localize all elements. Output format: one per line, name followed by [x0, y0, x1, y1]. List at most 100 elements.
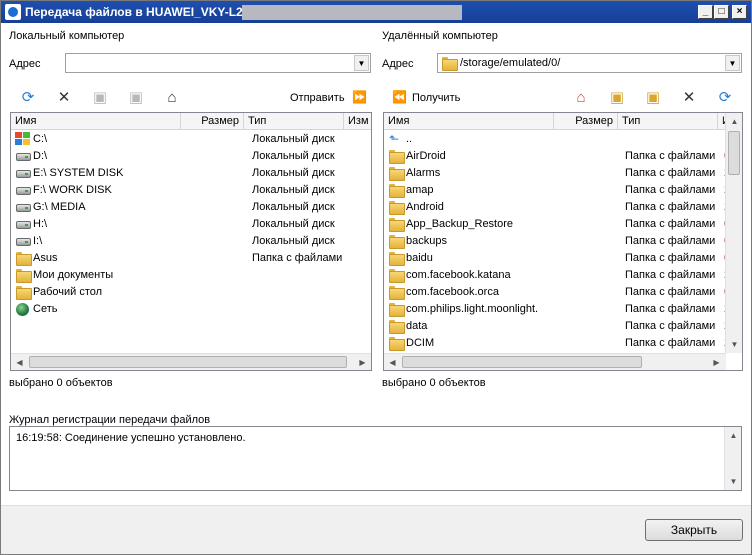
delete-icon[interactable]: ✕ — [53, 88, 75, 108]
title-redaction — [242, 5, 462, 20]
scroll-down-icon[interactable]: ▼ — [725, 473, 742, 490]
list-item[interactable]: Мои документы — [11, 267, 371, 284]
chevron-down-icon[interactable]: ▼ — [354, 55, 369, 71]
list-item[interactable]: ⬑ .. — [384, 131, 726, 148]
item-name: DCIM — [406, 337, 435, 349]
item-name: .. — [406, 133, 413, 145]
drive-icon — [16, 238, 31, 246]
refresh-icon[interactable]: ⟳ — [17, 88, 39, 108]
remote-horizontal-scrollbar[interactable]: ◀ ▶ — [384, 353, 726, 370]
list-item[interactable]: data Папка с файлами 2 — [384, 318, 730, 335]
delete-icon[interactable]: ✕ — [678, 88, 700, 108]
list-item[interactable]: com.facebook.orca Папка с файлами 0 — [384, 284, 730, 301]
folder-icon — [389, 201, 405, 215]
dialog-footer: Закрыть — [1, 505, 751, 554]
scroll-thumb[interactable] — [402, 356, 642, 368]
column-name[interactable]: Имя — [384, 113, 554, 130]
remote-address-label: Адрес — [382, 58, 414, 70]
list-item[interactable]: AirDroid Папка с файлами 0 — [384, 148, 730, 165]
windows-drive-icon — [15, 132, 31, 147]
item-type: Папка с файлами — [625, 286, 716, 298]
folder-icon — [389, 337, 405, 351]
new-folder-icon[interactable]: ▣ — [89, 88, 111, 108]
column-type[interactable]: Тип — [244, 113, 344, 130]
list-item[interactable]: amap Папка с файлами 2 — [384, 182, 730, 199]
folder-icon — [389, 320, 405, 334]
parent-folder-icon[interactable]: ▣ — [125, 88, 147, 108]
documents-folder-icon — [16, 269, 32, 283]
send-button[interactable]: Отправить — [290, 92, 345, 104]
transfer-log[interactable]: 16:19:58: Соединение успешно установлено… — [9, 426, 742, 491]
list-item[interactable]: E:\ SYSTEM DISK Локальный диск — [11, 165, 371, 182]
scroll-thumb[interactable] — [728, 131, 740, 175]
remote-address-combobox[interactable]: /storage/emulated/0/ ▼ — [437, 53, 742, 73]
scroll-left-icon[interactable]: ◀ — [11, 354, 28, 370]
item-type: Локальный диск — [252, 201, 335, 213]
new-folder-icon[interactable]: ▣ — [642, 88, 664, 108]
title-bar[interactable]: Передача файлов в HUAWEI_VKY-L29 _ □ × — [1, 1, 751, 23]
parent-folder-icon[interactable]: ▣ — [606, 88, 628, 108]
item-type: Папка с файлами — [625, 320, 716, 332]
item-type: Локальный диск — [252, 235, 335, 247]
list-item[interactable]: com.philips.light.moonlight. Папка с фай… — [384, 301, 730, 318]
column-name[interactable]: Имя — [11, 113, 181, 130]
item-name: D:\ — [33, 150, 48, 162]
drive-icon — [16, 153, 31, 161]
scroll-left-icon[interactable]: ◀ — [384, 354, 401, 370]
list-item[interactable]: Android Папка с файлами 2 — [384, 199, 730, 216]
close-window-button[interactable]: × — [732, 5, 747, 19]
list-item[interactable]: F:\ WORK DISK Локальный диск — [11, 182, 371, 199]
remote-vertical-scrollbar[interactable]: ▲ ▼ — [725, 113, 742, 353]
receive-arrow-icon[interactable]: ⏪ — [392, 90, 407, 104]
scroll-down-icon[interactable]: ▼ — [726, 336, 742, 353]
scroll-thumb[interactable] — [29, 356, 347, 368]
column-size[interactable]: Размер — [181, 113, 244, 130]
list-item[interactable]: App_Backup_Restore Папка с файлами 0 — [384, 216, 730, 233]
local-file-list[interactable]: Имя Размер Тип Изм C:\ Локальный диск D:… — [10, 112, 372, 371]
list-item[interactable]: Asus Папка с файлами — [11, 250, 371, 267]
maximize-button[interactable]: □ — [714, 5, 729, 19]
refresh-icon[interactable]: ⟳ — [714, 88, 736, 108]
list-item[interactable]: com.facebook.katana Папка с файлами 2 — [384, 267, 730, 284]
chevron-down-icon[interactable]: ▼ — [725, 55, 740, 71]
list-item[interactable]: DCIM Папка с файлами 2 — [384, 335, 730, 352]
item-type: Папка с файлами — [625, 218, 716, 230]
item-type: Папка с файлами — [625, 184, 716, 196]
list-item[interactable]: G:\ MEDIA Локальный диск — [11, 199, 371, 216]
scroll-up-icon[interactable]: ▲ — [726, 113, 742, 130]
list-item[interactable]: I:\ Локальный диск — [11, 233, 371, 250]
list-item[interactable]: C:\ Локальный диск — [11, 131, 371, 148]
local-address-combobox[interactable]: ▼ — [65, 53, 371, 73]
list-item[interactable]: Сеть — [11, 301, 371, 318]
list-item[interactable]: D:\ Локальный диск — [11, 148, 371, 165]
item-name: amap — [406, 184, 434, 196]
list-item[interactable]: baidu Папка с файлами 0 — [384, 250, 730, 267]
item-name: com.facebook.orca — [406, 286, 499, 298]
column-size[interactable]: Размер — [554, 113, 618, 130]
minimize-button[interactable]: _ — [698, 5, 713, 19]
column-type[interactable]: Тип — [618, 113, 718, 130]
list-item[interactable]: Alarms Папка с файлами 2 — [384, 165, 730, 182]
receive-button[interactable]: Получить — [412, 92, 460, 104]
local-horizontal-scrollbar[interactable]: ◀ ▶ — [11, 353, 371, 370]
local-address-label: Адрес — [9, 58, 41, 70]
column-modified[interactable]: Изм — [344, 113, 371, 130]
send-arrow-icon[interactable]: ⏩ — [352, 90, 367, 104]
item-type: Папка с файлами — [625, 252, 716, 264]
list-item[interactable]: Рабочий стол — [11, 284, 371, 301]
scroll-right-icon[interactable]: ▶ — [354, 354, 371, 370]
item-name: backups — [406, 235, 447, 247]
folder-icon — [389, 252, 405, 266]
remote-file-list[interactable]: Имя Размер Тип И ⬑ .. AirDroid Папка с ф… — [383, 112, 743, 371]
drive-icon — [16, 170, 31, 178]
list-item[interactable]: backups Папка с файлами 0 — [384, 233, 730, 250]
item-type: Папка с файлами — [625, 303, 716, 315]
home-icon[interactable]: ⌂ — [570, 88, 592, 108]
scroll-right-icon[interactable]: ▶ — [708, 354, 725, 370]
log-vertical-scrollbar[interactable]: ▲ ▼ — [724, 427, 741, 490]
scroll-up-icon[interactable]: ▲ — [725, 427, 742, 444]
close-button[interactable]: Закрыть — [645, 519, 743, 541]
home-icon[interactable]: ⌂ — [161, 88, 183, 108]
item-type: Папка с файлами — [625, 235, 716, 247]
list-item[interactable]: H:\ Локальный диск — [11, 216, 371, 233]
